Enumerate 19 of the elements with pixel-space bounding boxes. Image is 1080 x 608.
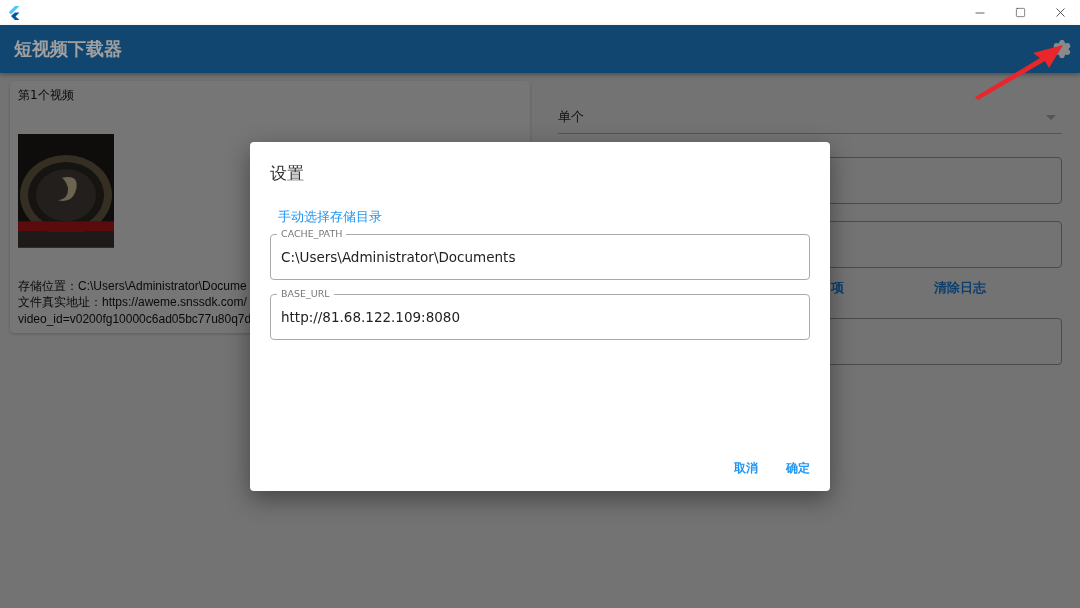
dialog-button[interactable]: 取消 (722, 456, 770, 481)
video-info-text: 存储位置：C:\Users\Administrator\Docume (18, 277, 247, 294)
app-logo-icon (8, 5, 20, 20)
action-button[interactable]: 项 (817, 275, 858, 301)
field-value: C:\Users\Administrator\Documents (281, 249, 516, 265)
video-heading: 第1个视频 (18, 87, 74, 104)
dropdown-caret-icon (1046, 114, 1056, 120)
field-label: BASE_URL (277, 288, 334, 300)
dialog-title: 设置 (270, 162, 304, 185)
mode-dropdown[interactable]: 单个 (558, 101, 1062, 134)
video-info-text: 文件真实地址：https://aweme.snssdk.com/ (18, 294, 247, 311)
app-title: 短视频下载器 (14, 37, 122, 61)
action-button[interactable]: 清除日志 (920, 275, 1000, 301)
field-label: CACHE_PATH (277, 228, 347, 240)
field-value: http://81.68.122.109:8080 (281, 309, 461, 325)
maximize-icon[interactable] (1014, 7, 1026, 18)
choose-directory-link[interactable]: 手动选择存储目录 (270, 205, 390, 230)
dialog-button[interactable]: 确定 (774, 456, 822, 481)
video-info-text: video_id=v0200fg10000c6ad05bc77u80q7d (18, 310, 252, 327)
